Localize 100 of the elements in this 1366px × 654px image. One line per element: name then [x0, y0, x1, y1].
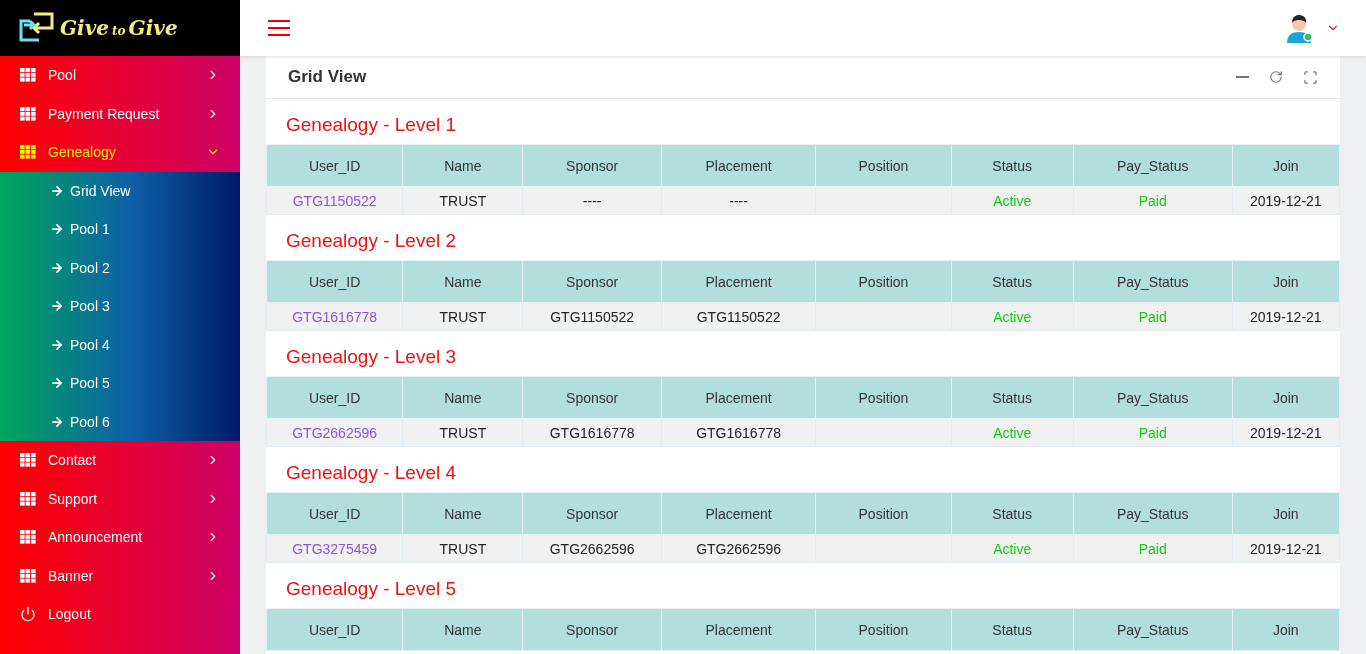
table-cell: GTG1616778 — [549, 424, 635, 441]
column-header: Pay_Status — [1116, 621, 1189, 638]
column-header: Position — [858, 157, 909, 174]
table-cell: Active — [993, 424, 1032, 441]
level-title: Genealogy - Level 3 — [285, 345, 458, 369]
table-cell: ---- — [729, 192, 748, 209]
arrow-right-icon — [50, 299, 64, 314]
sidebar-item[interactable]: Banner — [0, 556, 240, 595]
column-header: Sponsor — [566, 389, 619, 406]
table-cell: TRUST — [439, 192, 487, 209]
column-header: Position — [858, 273, 909, 290]
column-header: Placement — [705, 621, 772, 638]
table-cell: GTG1150522 — [696, 308, 781, 325]
submenu-item[interactable]: Grid View — [0, 171, 240, 210]
grid-icon — [20, 106, 36, 121]
level-title: Genealogy - Level 2 — [285, 229, 458, 253]
refresh-icon — [1269, 70, 1283, 84]
column-header: Join — [1272, 389, 1299, 406]
column-header: Name — [444, 273, 482, 290]
column-header: Status — [992, 157, 1033, 174]
column-header: Status — [992, 621, 1033, 638]
column-header: Sponsor — [566, 505, 619, 522]
menu-button[interactable] — [268, 20, 290, 36]
submenu-item[interactable]: Pool 3 — [0, 287, 240, 326]
submenu-item[interactable]: Pool 6 — [0, 402, 240, 441]
column-header: User_ID — [308, 621, 361, 638]
arrow-right-icon — [50, 260, 64, 275]
table-cell: Active — [993, 308, 1032, 325]
sidebar-item[interactable]: Support — [0, 479, 240, 518]
table-cell: Active — [993, 192, 1032, 209]
table-cell: Paid — [1138, 540, 1167, 557]
column-header: Sponsor — [566, 273, 619, 290]
grid-icon — [20, 145, 36, 160]
avatar-icon[interactable] — [1284, 13, 1314, 43]
sidebar-item[interactable]: Genealogy — [0, 133, 240, 172]
grid-icon — [20, 453, 36, 468]
logo-icon — [18, 11, 56, 45]
submenu-item[interactable]: Pool 4 — [0, 325, 240, 364]
sidebar-item[interactable]: Contact — [0, 441, 240, 480]
table-cell: 2019-12-21 — [1250, 192, 1322, 209]
submenu-item[interactable]: Pool 2 — [0, 248, 240, 287]
table-cell: 2019-12-21 — [1250, 424, 1322, 441]
level-title: Genealogy - Level 4 — [285, 461, 458, 485]
sidebar-item[interactable]: Announcement — [0, 518, 240, 557]
table-cell: TRUST — [439, 308, 487, 325]
column-header: Name — [444, 621, 482, 638]
column-header: Pay_Status — [1116, 389, 1189, 406]
column-header: Status — [992, 389, 1033, 406]
sidebar-item[interactable]: Payment Request — [0, 94, 240, 133]
card-title: Grid View — [288, 67, 367, 87]
logout-item[interactable]: Logout — [0, 595, 240, 634]
column-header: User_ID — [308, 505, 361, 522]
grid-icon — [20, 68, 36, 83]
column-header: Status — [992, 505, 1033, 522]
column-header: Join — [1272, 157, 1299, 174]
power-icon — [20, 606, 36, 623]
table-cell: GTG2662596 — [549, 540, 635, 557]
column-header: Pay_Status — [1116, 157, 1189, 174]
fullscreen-icon — [1303, 69, 1318, 85]
column-header: User_ID — [308, 157, 361, 174]
submenu-item[interactable]: Pool 5 — [0, 364, 240, 403]
column-header: Join — [1272, 273, 1299, 290]
table-cell: Active — [993, 540, 1032, 557]
table-cell: GTG1616778 — [696, 424, 781, 441]
column-header: User_ID — [308, 389, 361, 406]
table-cell: Paid — [1138, 308, 1167, 325]
sidebar-item[interactable]: Pool — [0, 56, 240, 95]
column-header: Pay_Status — [1116, 505, 1189, 522]
column-header: Join — [1272, 621, 1299, 638]
table-cell: GTG2662596 — [696, 540, 781, 557]
table-cell: Paid — [1138, 192, 1167, 209]
column-header: Name — [444, 505, 482, 522]
column-header: Sponsor — [566, 621, 619, 638]
table-cell: TRUST — [439, 424, 487, 441]
arrow-right-icon — [50, 337, 64, 352]
level-title: Genealogy - Level 1 — [285, 113, 458, 137]
level-title: Genealogy - Level 5 — [285, 577, 458, 601]
column-header: Sponsor — [566, 157, 619, 174]
column-header: Pay_Status — [1116, 273, 1189, 290]
column-header: Placement — [705, 389, 772, 406]
column-header: Position — [858, 621, 909, 638]
column-header: Name — [444, 389, 482, 406]
minimize-icon — [1236, 76, 1249, 78]
table-cell: GTG1150522 — [550, 308, 635, 325]
table-cell: TRUST — [439, 540, 487, 557]
column-header: Join — [1272, 505, 1299, 522]
column-header: Placement — [705, 505, 772, 522]
column-header: User_ID — [308, 273, 361, 290]
grid-icon — [20, 568, 36, 583]
grid-icon — [20, 530, 36, 545]
submenu-item[interactable]: Pool 1 — [0, 210, 240, 249]
column-header: Position — [858, 389, 909, 406]
column-header: Placement — [705, 273, 772, 290]
column-header: Position — [858, 505, 909, 522]
grid-icon — [20, 491, 36, 506]
table-cell: 2019-12-21 — [1250, 540, 1322, 557]
fullscreen-button[interactable] — [1303, 69, 1318, 85]
refresh-button[interactable] — [1269, 70, 1283, 84]
table-cell: 2019-12-21 — [1250, 308, 1322, 325]
table-cell: Paid — [1138, 424, 1167, 441]
